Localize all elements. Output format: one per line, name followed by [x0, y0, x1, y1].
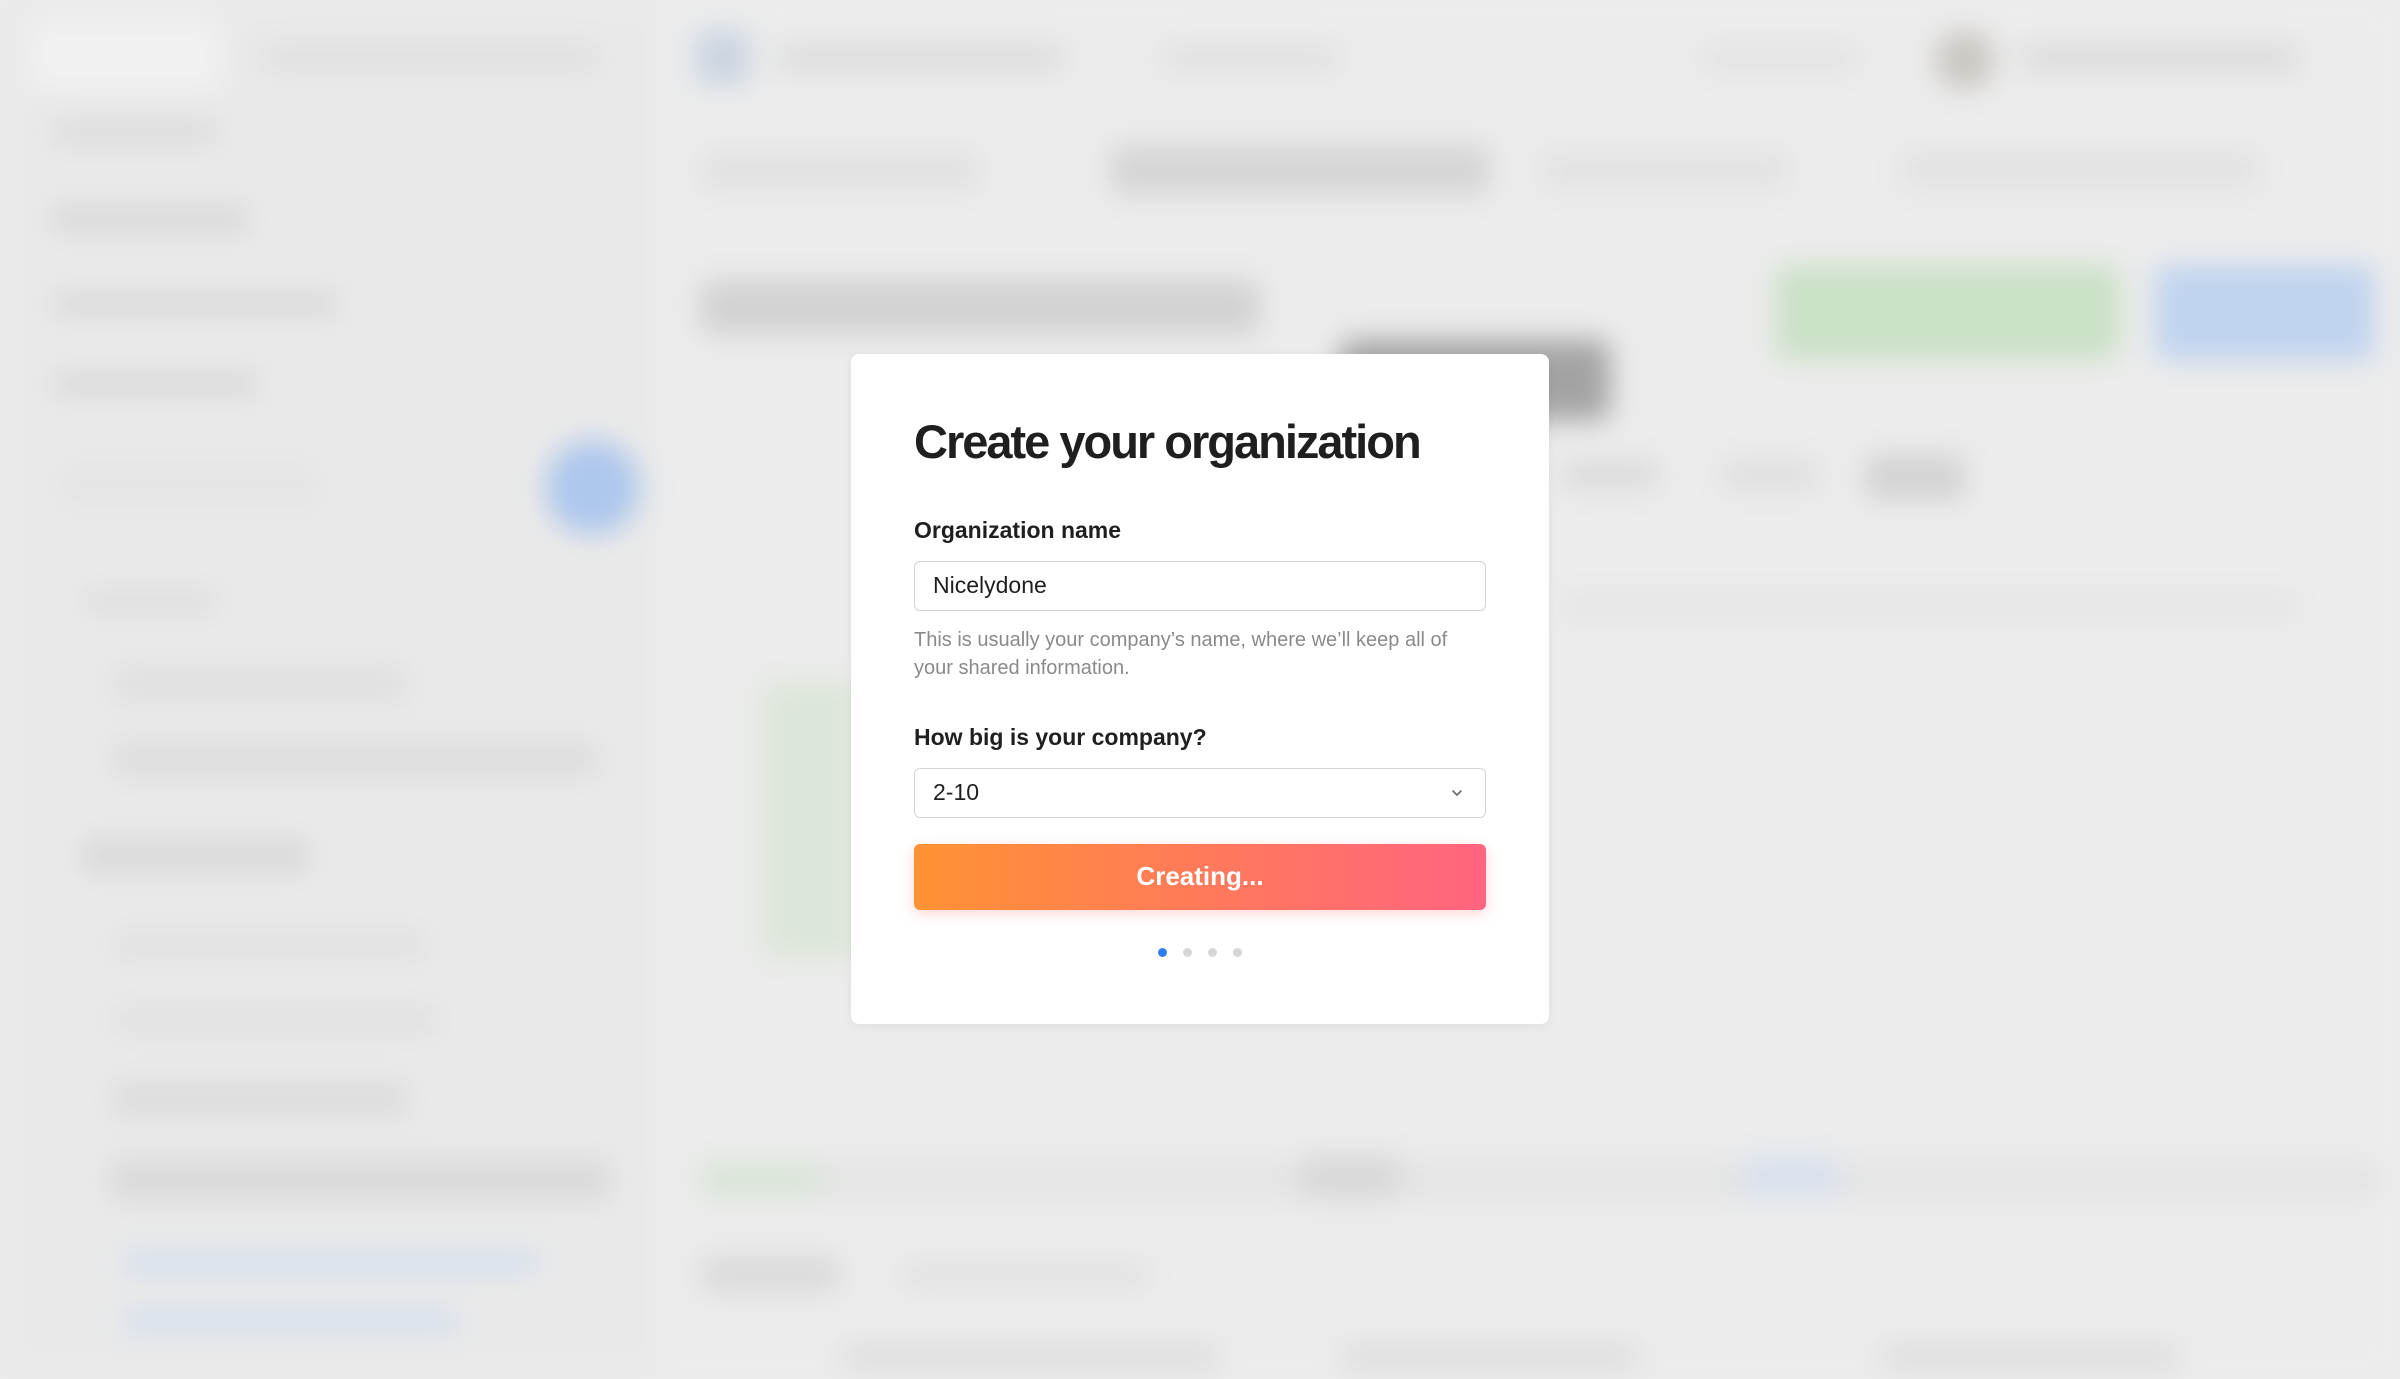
organization-name-label: Organization name: [914, 516, 1122, 543]
company-size-select[interactable]: 2-10: [914, 767, 1486, 818]
chevron-down-icon: [1452, 789, 1462, 796]
company-size-value: 2-10: [933, 779, 980, 806]
company-size-label: How big is your company?: [914, 723, 1207, 750]
organization-name-input[interactable]: [914, 560, 1486, 611]
step-dot-2: [1183, 947, 1192, 957]
create-organization-modal: Create your organization Organization na…: [851, 354, 1549, 1024]
step-dot-1: [1158, 947, 1167, 957]
create-organization-button[interactable]: Creating...: [914, 843, 1486, 910]
step-dot-4: [1233, 947, 1242, 957]
step-indicator: [914, 947, 1486, 957]
step-dot-3: [1208, 947, 1217, 957]
organization-name-help-text: This is usually your company’s name, whe…: [914, 628, 1448, 679]
modal-title: Create your organization: [914, 415, 1422, 468]
